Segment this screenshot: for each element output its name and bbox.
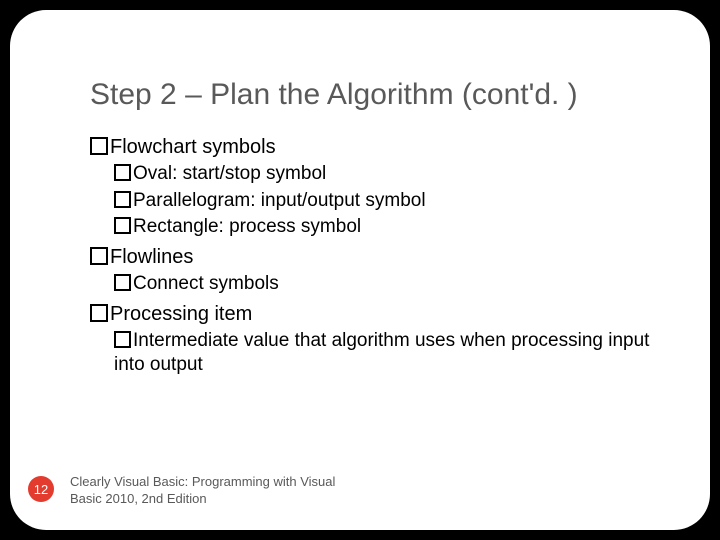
- bullet-icon: [90, 247, 108, 265]
- bullet-icon: [90, 304, 108, 322]
- bullet-flowlines: Flowlines: [90, 244, 650, 270]
- slide-title: Step 2 – Plan the Algorithm (cont'd. ): [90, 78, 650, 112]
- bullet-icon: [90, 137, 108, 155]
- subbullet-oval: Oval: start/stop symbol: [114, 162, 650, 187]
- bullet-text: Processing item: [110, 303, 252, 325]
- subbullet-intermediate: Intermediate value that algorithm uses w…: [114, 329, 650, 378]
- bullet-text: Connect symbols: [133, 273, 279, 294]
- bullet-flowchart-symbols: Flowchart symbols: [90, 134, 650, 160]
- bullet-text: Rectangle: process symbol: [133, 216, 361, 237]
- subbullet-rectangle: Rectangle: process symbol: [114, 215, 650, 240]
- page-number-badge: 12: [28, 476, 54, 502]
- slide: Step 2 – Plan the Algorithm (cont'd. ) F…: [10, 10, 710, 530]
- bullet-icon: [114, 191, 131, 208]
- page-number: 12: [34, 482, 48, 497]
- bullet-icon: [114, 164, 131, 181]
- bullet-text: Flowlines: [110, 246, 193, 268]
- bullet-text: Flowchart symbols: [110, 136, 276, 158]
- bullet-icon: [114, 331, 131, 348]
- footer-text: Clearly Visual Basic: Programming with V…: [70, 474, 370, 508]
- bullet-icon: [114, 274, 131, 291]
- subbullet-connect: Connect symbols: [114, 272, 650, 297]
- slide-content: Flowchart symbols Oval: start/stop symbo…: [90, 134, 650, 378]
- bullet-text: Intermediate value that algorithm uses w…: [114, 330, 649, 376]
- bullet-text: Oval: start/stop symbol: [133, 163, 326, 184]
- bullet-icon: [114, 217, 131, 234]
- bullet-processing-item: Processing item: [90, 301, 650, 327]
- subbullet-parallelogram: Parallelogram: input/output symbol: [114, 189, 650, 214]
- bullet-text: Parallelogram: input/output symbol: [133, 190, 426, 211]
